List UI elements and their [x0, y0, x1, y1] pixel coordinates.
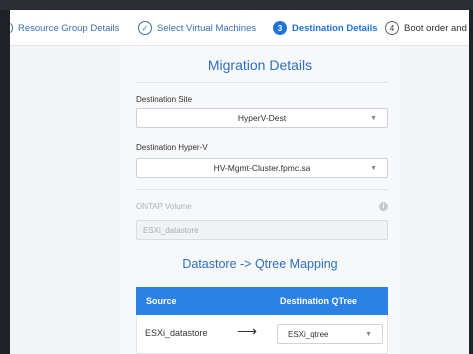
step-label: Destination Details — [292, 22, 378, 34]
step-label: Resource Group Details — [18, 22, 120, 34]
top-bar — [0, 0, 473, 10]
table-row: ESXi_datastore ⟶ ESXi_qtree ▼ — [136, 315, 388, 354]
chevron-down-icon: ▼ — [365, 331, 372, 338]
right-dark-strip — [469, 10, 473, 354]
destination-site-value: HyperV-Dest — [237, 113, 287, 123]
step-label: Boot order and — [404, 22, 467, 34]
step-number-icon — [10, 21, 13, 35]
step-label: Select Virtual Machines — [157, 22, 257, 34]
step-resource-group-details[interactable]: Resource Group Details — [10, 20, 119, 36]
destination-qtree-select[interactable]: ESXi_qtree ▼ — [277, 324, 383, 344]
ontap-volume-placeholder: ESXi_datastore — [143, 225, 199, 235]
destination-site-label: Destination Site — [136, 95, 193, 104]
destination-qtree-value: ESXi_qtree — [288, 329, 329, 339]
column-header-source: Source — [146, 296, 177, 306]
ontap-volume-label: ONTAP Volume — [136, 202, 192, 211]
step-boot-order[interactable]: 4 Boot order and — [385, 20, 467, 36]
source-datastore-cell: ESXi_datastore — [145, 328, 208, 338]
migration-details-title: Migration Details — [207, 57, 313, 73]
wizard-stepper: Resource Group Details ✓ Select Virtual … — [10, 10, 469, 46]
check-circle-icon: ✓ — [138, 21, 152, 35]
mapping-title: Datastore -> Qtree Mapping — [182, 257, 338, 271]
chevron-down-icon: ▼ — [370, 115, 377, 122]
left-dark-strip — [0, 10, 10, 354]
step-number-icon: 4 — [385, 21, 399, 35]
migration-details-panel: Migration Details Destination Site Hyper… — [120, 46, 400, 354]
destination-hyperv-select[interactable]: HV-Mgmt-Cluster.fpmc.sa ▼ — [136, 158, 388, 178]
destination-hyperv-label: Destination Hyper-V — [136, 143, 208, 152]
chevron-down-icon: ▼ — [370, 165, 377, 172]
divider — [136, 82, 388, 83]
step-select-virtual-machines[interactable]: ✓ Select Virtual Machines — [138, 20, 256, 36]
ontap-volume-input: ESXi_datastore — [136, 220, 388, 240]
destination-site-select[interactable]: HyperV-Dest ▼ — [136, 108, 388, 128]
step-destination-details[interactable]: 3 Destination Details — [273, 20, 378, 36]
divider — [136, 189, 388, 190]
mapping-table-header: Source Destination QTree — [136, 287, 388, 315]
info-icon[interactable]: i — [379, 202, 388, 211]
column-header-destination-qtree: Destination QTree — [280, 296, 358, 306]
step-number-icon: 3 — [273, 21, 287, 35]
destination-hyperv-value: HV-Mgmt-Cluster.fpmc.sa — [213, 163, 311, 173]
arrow-right-icon: ⟶ — [237, 323, 258, 339]
